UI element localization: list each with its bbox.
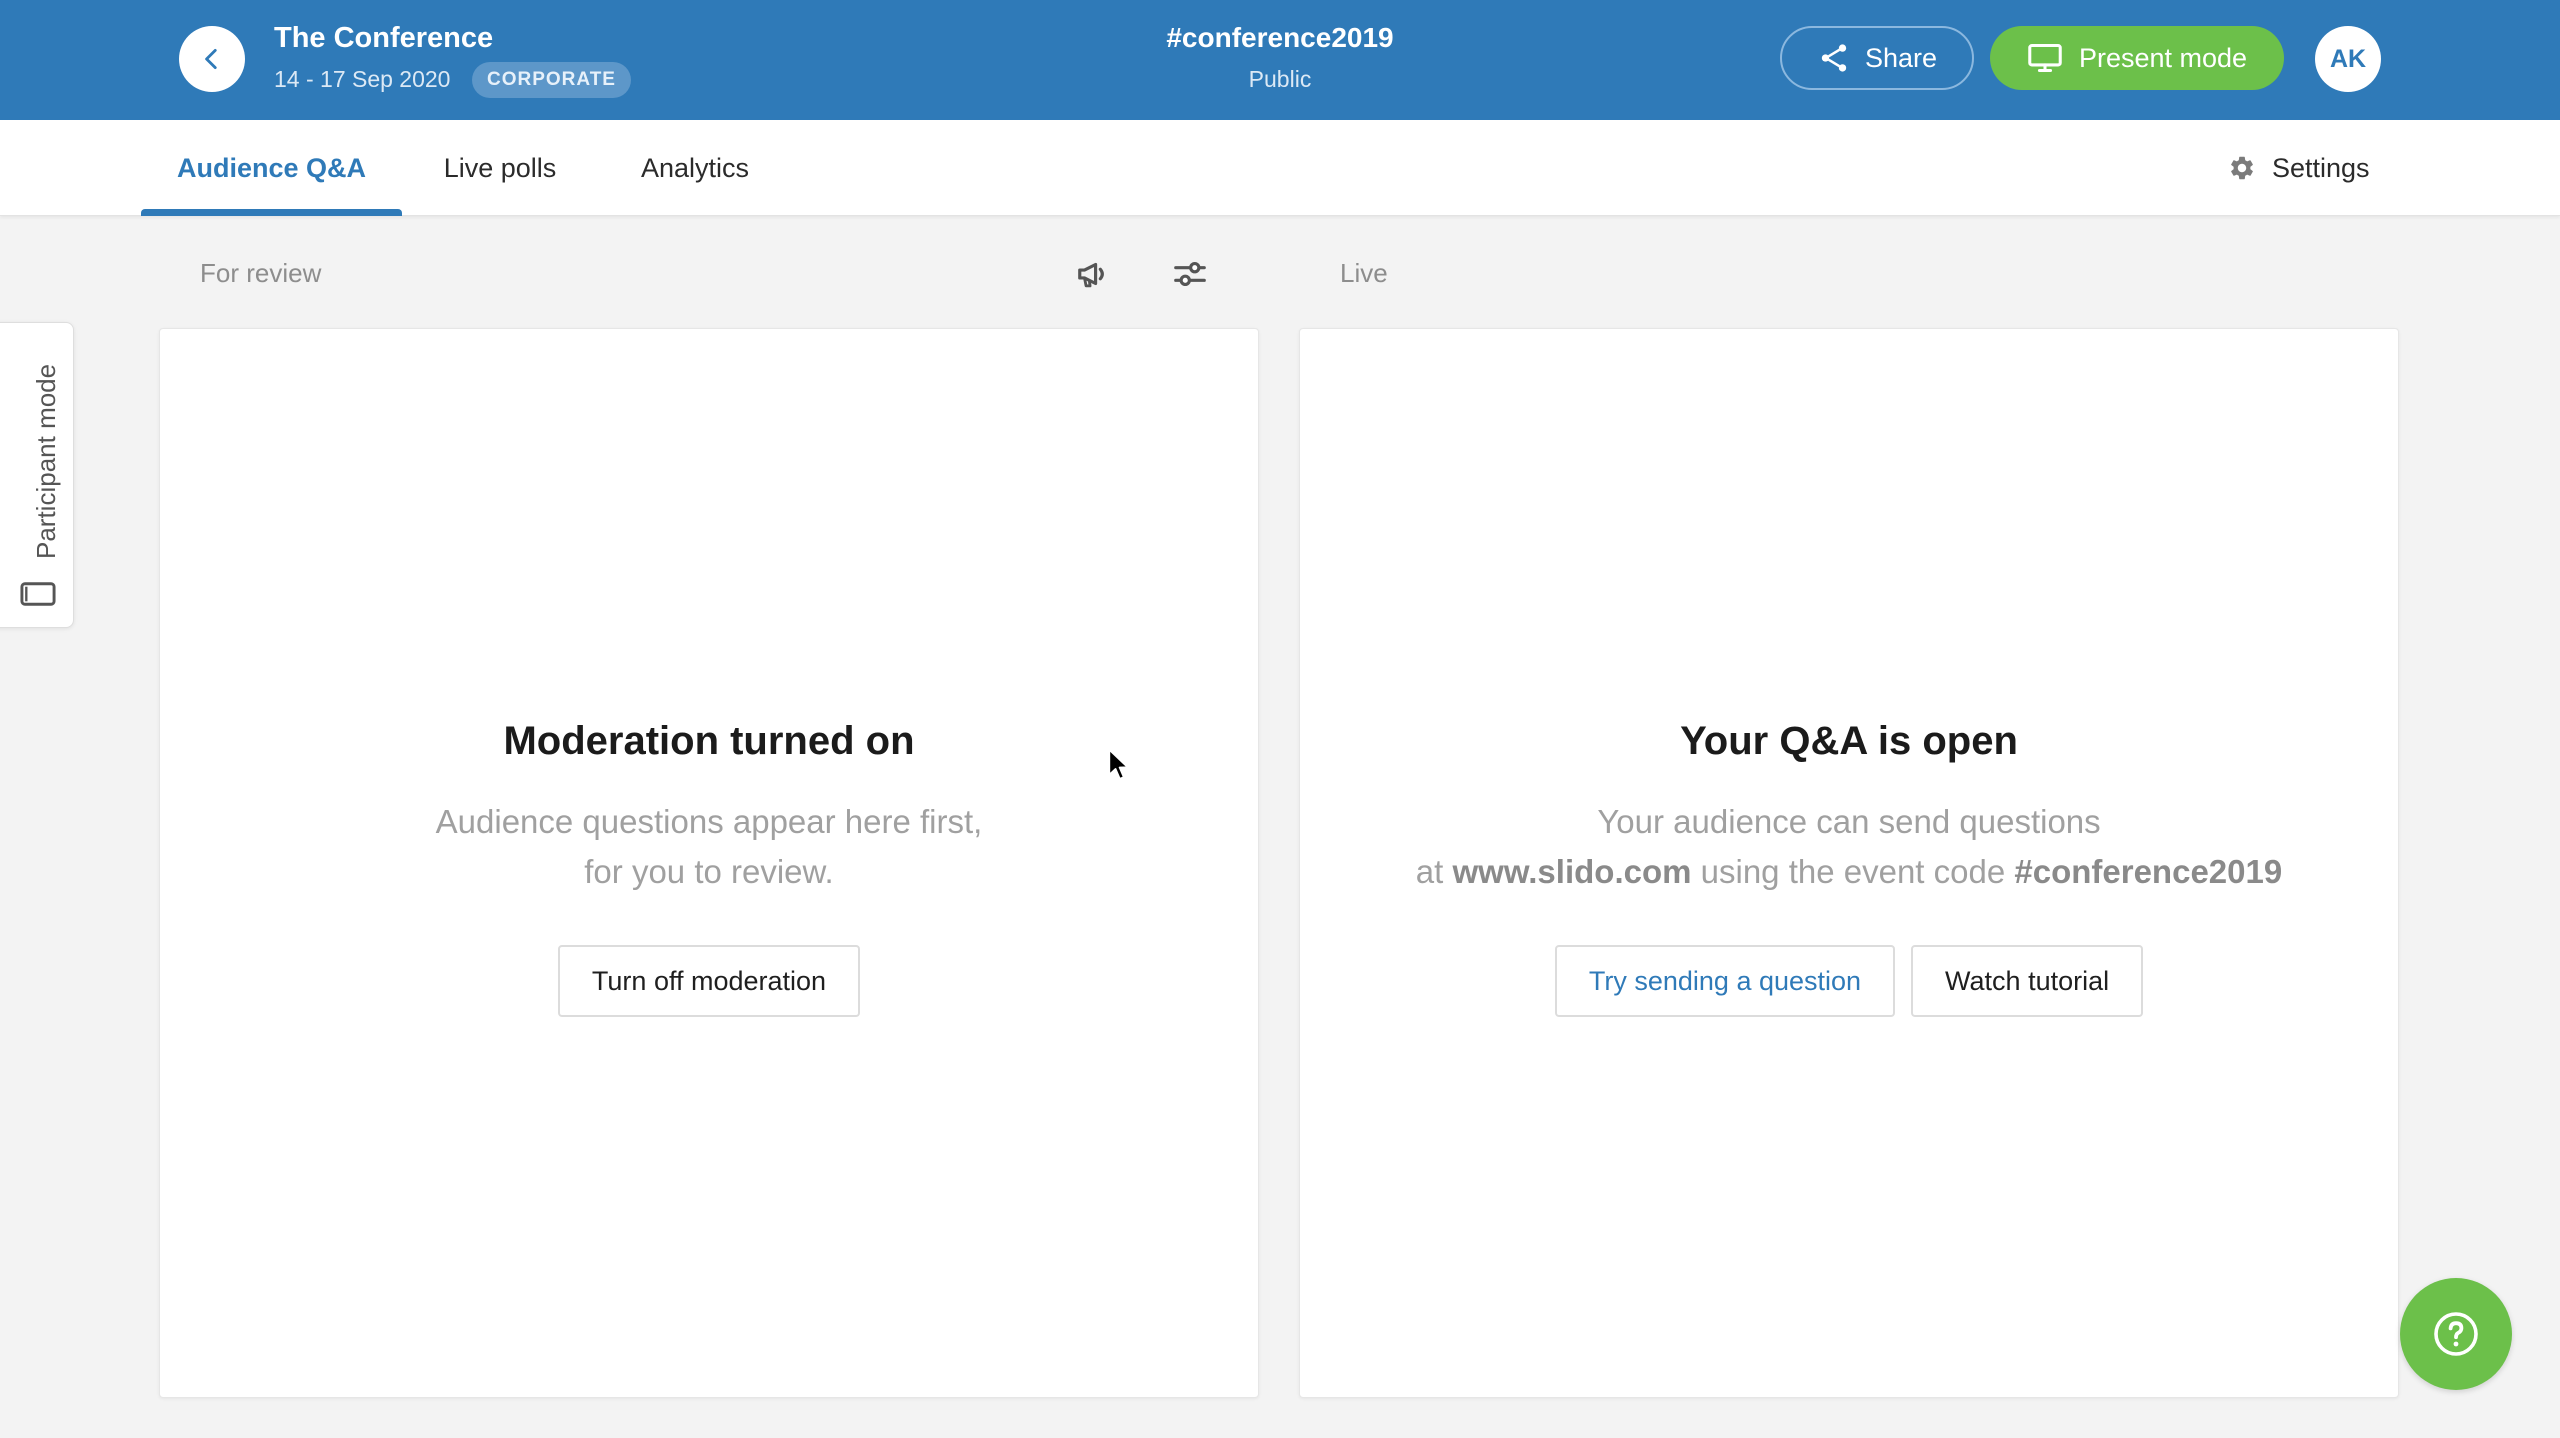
user-avatar[interactable]: AK [2315, 26, 2381, 92]
review-actions: Turn off moderation [160, 945, 1258, 1017]
live-desc-line-2: at www.slido.com using the event code #c… [1300, 847, 2398, 897]
app-page: The Conference 14 - 17 Sep 2020 CORPORAT… [0, 0, 2560, 1438]
share-label: Share [1864, 42, 1938, 73]
gear-icon [2231, 156, 2253, 180]
help-button[interactable] [2400, 1278, 2512, 1390]
turn-off-moderation-button[interactable]: Turn off moderation [557, 945, 861, 1017]
corporate-badge: CORPORATE [472, 62, 631, 98]
event-code: #conference2019 [1166, 22, 1394, 53]
announce-button[interactable] [1074, 254, 1114, 294]
review-panel-title: Moderation turned on [503, 719, 915, 763]
settings-button[interactable]: Settings [2228, 120, 2370, 216]
tab-live-polls[interactable]: Live polls [420, 120, 580, 216]
back-button[interactable] [179, 26, 245, 92]
mouse-cursor-icon [1108, 749, 1129, 780]
live-desc-mid: using the event code [1700, 853, 2006, 890]
try-sending-question-button[interactable]: Try sending a question [1554, 945, 1896, 1017]
top-header: The Conference 14 - 17 Sep 2020 CORPORAT… [0, 0, 2560, 120]
participant-mode-tab[interactable]: Participant mode [0, 322, 74, 628]
tab-audience-qa[interactable]: Audience Q&A [141, 120, 402, 216]
present-mode-button[interactable]: Present mode [1990, 26, 2284, 90]
tab-analytics[interactable]: Analytics [618, 120, 772, 216]
review-desc-line-1: Audience questions appear here first, [435, 803, 983, 840]
share-icon [1821, 44, 1847, 72]
question-icon [2434, 1312, 2478, 1356]
live-panel-title: Your Q&A is open [1680, 719, 2018, 763]
tab-bar: Audience Q&A Live polls Analytics Settin… [0, 120, 2560, 216]
event-dates: 14 - 17 Sep 2020 [274, 66, 451, 92]
slido-url: www.slido.com [1452, 853, 1692, 890]
live-label: Live [1340, 258, 1388, 288]
live-desc-at: at [1415, 853, 1444, 890]
review-desc-line-2: for you to review. [584, 853, 834, 890]
event-visibility: Public [1248, 66, 1312, 92]
share-button[interactable]: Share [1780, 26, 1974, 90]
for-review-label: For review [200, 258, 322, 288]
review-panel-description: Audience questions appear here first, fo… [160, 797, 1258, 897]
event-code-inline: #conference2019 [2014, 853, 2283, 890]
live-panel: Your Q&A is open Your audience can send … [1299, 328, 2399, 1398]
live-panel-description: Your audience can send questions at www.… [1300, 797, 2398, 897]
review-panel: Moderation turned on Audience questions … [159, 328, 1259, 1398]
present-mode-label: Present mode [2078, 42, 2248, 73]
device-icon [20, 582, 56, 606]
event-title: The Conference [274, 22, 494, 54]
megaphone-icon [1078, 262, 1104, 288]
filter-button[interactable] [1170, 254, 1210, 294]
sliders-icon [1174, 261, 1206, 287]
live-actions: Try sending a question Watch tutorial [1300, 945, 2398, 1017]
chevron-left-icon [205, 48, 217, 70]
settings-label: Settings [2272, 152, 2370, 183]
watch-tutorial-button[interactable]: Watch tutorial [1911, 945, 2144, 1017]
live-desc-line-1: Your audience can send questions [1597, 803, 2101, 840]
participant-mode-label: Participant mode [31, 363, 61, 559]
monitor-icon [2028, 44, 2062, 72]
